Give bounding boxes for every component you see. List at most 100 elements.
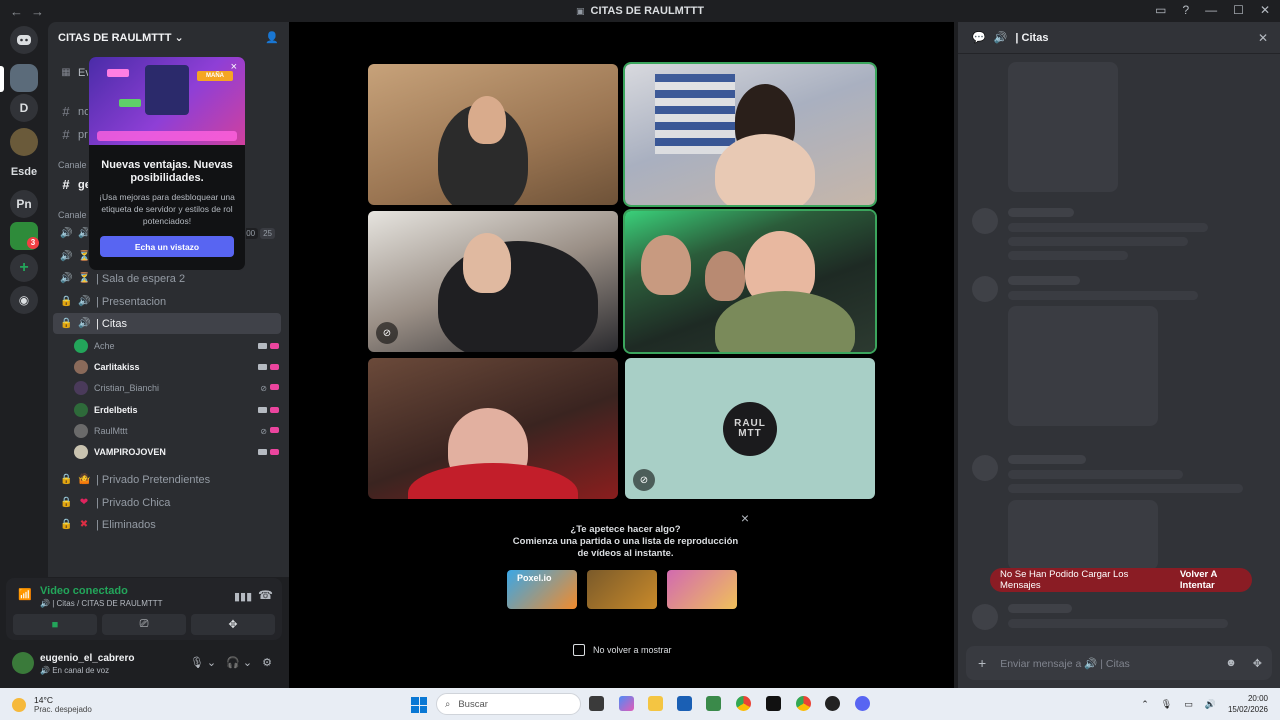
server-avatar-icon[interactable] — [10, 128, 38, 156]
help-icon[interactable]: ? — [1182, 3, 1189, 17]
network-icon[interactable]: ▭ — [1184, 699, 1193, 710]
category-label[interactable]: Canale — [58, 160, 87, 170]
voice-connection-panel: 📶 Video conectado 🔊 | Citas / CITAS DE R… — [6, 578, 282, 640]
checkbox[interactable] — [573, 644, 585, 656]
discover-icon[interactable]: ◉ — [10, 286, 38, 314]
app-icon[interactable] — [706, 696, 721, 711]
server-logo: RAUL MTT — [723, 402, 777, 456]
video-stage: ⊘ ⊘ RAUL MTT ⊘ × ¿Te apetece hacer algo?… — [289, 22, 954, 688]
voice-user-erdelbetis[interactable]: Erdelbetis — [74, 400, 279, 420]
promo-button[interactable]: Echa un vistazo — [100, 236, 234, 257]
chrome-icon[interactable] — [736, 696, 751, 711]
user-status: 🔊 En canal de voz — [40, 666, 110, 675]
server-header[interactable]: CITAS DE RAULMTTT ⌄ 👤 — [48, 22, 289, 54]
channel-privado-pretendientes[interactable]: 🔒 🤷 | Privado Pretendientes — [53, 469, 281, 490]
activity-icon — [270, 343, 279, 349]
voice-icon: 🔊 — [993, 32, 1008, 44]
game-card-sandbox[interactable] — [587, 570, 657, 609]
activity-icon — [270, 449, 279, 455]
message-placeholder[interactable]: Enviar mensaje a 🔊 | Citas — [1000, 657, 1130, 670]
server-citas-icon[interactable] — [10, 64, 38, 92]
game-card-party[interactable] — [667, 570, 737, 609]
video-tile-2[interactable] — [625, 64, 875, 205]
signal-icon[interactable]: 📶 — [18, 588, 32, 601]
windows-start-icon[interactable] — [411, 697, 427, 713]
activity-suggestion: × ¿Te apetece hacer algo? Comienza una p… — [502, 510, 749, 656]
message-input[interactable]: + Enviar mensaje a 🔊 | Citas ☻ ✥ — [966, 646, 1272, 680]
weather-icon — [12, 698, 26, 712]
avatar[interactable] — [12, 652, 34, 674]
voice-channel-path[interactable]: 🔊 | Citas / CITAS DE RAULMTTT — [40, 599, 163, 608]
thread-icon[interactable]: 💬 — [972, 31, 986, 44]
chat-header: 💬 🔊 | Citas ✕ — [958, 22, 1280, 54]
inbox-icon[interactable]: ▭ — [1155, 3, 1166, 17]
activity-icon — [270, 383, 279, 390]
retry-button[interactable]: Volver A Intentar — [1180, 569, 1252, 591]
channel-sala-espera[interactable]: 🔊 ⏳ | Sala de espera 2 — [53, 268, 281, 289]
copilot-icon[interactable] — [619, 696, 634, 711]
clock[interactable]: 20:00 15/02/2026 — [1228, 693, 1268, 715]
game-card-poxel[interactable]: Poxel.io — [507, 570, 577, 609]
channel-citas[interactable]: 🔒 🔊 | Citas — [53, 313, 281, 334]
category-label-2[interactable]: Canale — [58, 210, 87, 220]
video-tile-5[interactable]: ⊘ — [368, 358, 618, 499]
tiktok-icon[interactable] — [766, 696, 781, 711]
discord-taskbar-icon[interactable] — [855, 696, 870, 711]
app-icon-2[interactable] — [825, 696, 840, 711]
microphone-icon[interactable]: 🎙 ⌄ — [190, 656, 216, 669]
chevron-up-icon[interactable]: ⌃ — [1141, 699, 1149, 710]
activities-button[interactable]: ✥ — [191, 614, 275, 635]
server-pn[interactable]: Pn — [10, 190, 38, 218]
channel-privado-chica[interactable]: 🔒 ❤ | Privado Chica — [53, 492, 281, 513]
voice-user-raulmttt[interactable]: RaulMttt ⊘ — [74, 421, 279, 441]
close-icon[interactable]: × — [741, 510, 749, 526]
video-tile-6[interactable]: RAUL MTT ⊘ — [625, 358, 875, 499]
screen-share-button[interactable]: ⎚ — [102, 614, 186, 635]
camera-toggle-button[interactable]: ■ — [13, 614, 97, 635]
disconnect-icon[interactable]: ☎ — [258, 588, 273, 602]
settings-icon[interactable]: ⚙ — [262, 656, 272, 669]
discord-home-icon[interactable] — [10, 26, 38, 54]
mute-icon: ⊘ — [633, 469, 655, 491]
close-icon[interactable]: × — [231, 61, 237, 73]
camera-icon — [258, 343, 267, 349]
headphones-icon[interactable]: 🎧 ⌄ — [226, 656, 252, 669]
noise-suppression-icon[interactable]: ▮▮▮ — [234, 590, 252, 603]
file-explorer-icon[interactable] — [648, 696, 663, 711]
channel-presentacion[interactable]: 🔒 🔊 | Presentacion — [53, 291, 281, 312]
error-message: No Se Han Podido Cargar Los Mensajes — [1000, 569, 1129, 591]
weather-widget[interactable]: 14°C Prac. despejado — [12, 695, 92, 715]
apps-icon[interactable]: ✥ — [1253, 657, 1262, 670]
attach-icon[interactable]: + — [978, 655, 986, 671]
server-esde[interactable]: Esde — [10, 158, 38, 186]
maximize-icon[interactable]: ☐ — [1233, 3, 1244, 17]
invite-icon[interactable]: 👤 — [265, 31, 279, 45]
dont-show-again[interactable]: No volver a mostrar — [573, 644, 672, 656]
add-server-icon[interactable]: + — [10, 254, 38, 282]
close-window-icon[interactable]: ✕ — [1260, 3, 1270, 17]
minimize-icon[interactable]: — — [1205, 3, 1217, 17]
window-title: ▣ CITAS DE RAULMTTT — [576, 5, 704, 17]
taskview-icon[interactable] — [589, 696, 604, 711]
mute-icon: ⊘ — [376, 322, 398, 344]
load-error-banner: No Se Han Podido Cargar Los Mensajes Vol… — [990, 568, 1252, 592]
voice-user-ache[interactable]: Ache — [74, 336, 279, 356]
voice-user-cristian[interactable]: Cristian_Bianchi ⊘ — [74, 378, 279, 398]
voice-user-vampirojoven[interactable]: VAMPIROJOVEN — [74, 442, 279, 462]
video-tile-3[interactable]: ⊘ — [368, 211, 618, 352]
emoji-icon[interactable]: ☻ — [1225, 657, 1237, 670]
voice-user-carlitakiss[interactable]: Carlitakiss — [74, 357, 279, 377]
voice-status[interactable]: Video conectado — [40, 585, 128, 597]
chrome-profile-icon[interactable] — [796, 696, 811, 711]
channel-eliminados[interactable]: 🔒 ✖ | Eliminados — [53, 514, 281, 535]
store-icon[interactable] — [677, 696, 692, 711]
close-icon[interactable]: ✕ — [1258, 31, 1268, 45]
microphone-icon[interactable]: 🎙 — [1161, 699, 1172, 710]
volume-icon[interactable]: 🔊 — [1205, 699, 1216, 710]
username[interactable]: eugenio_el_cabrero — [40, 653, 134, 664]
server-d[interactable]: D — [10, 94, 38, 122]
taskbar-search[interactable]: ⌕ Buscar — [436, 693, 581, 715]
search-icon: ⌕ — [445, 698, 451, 710]
video-tile-1[interactable] — [368, 64, 618, 205]
video-tile-4[interactable] — [625, 211, 875, 352]
